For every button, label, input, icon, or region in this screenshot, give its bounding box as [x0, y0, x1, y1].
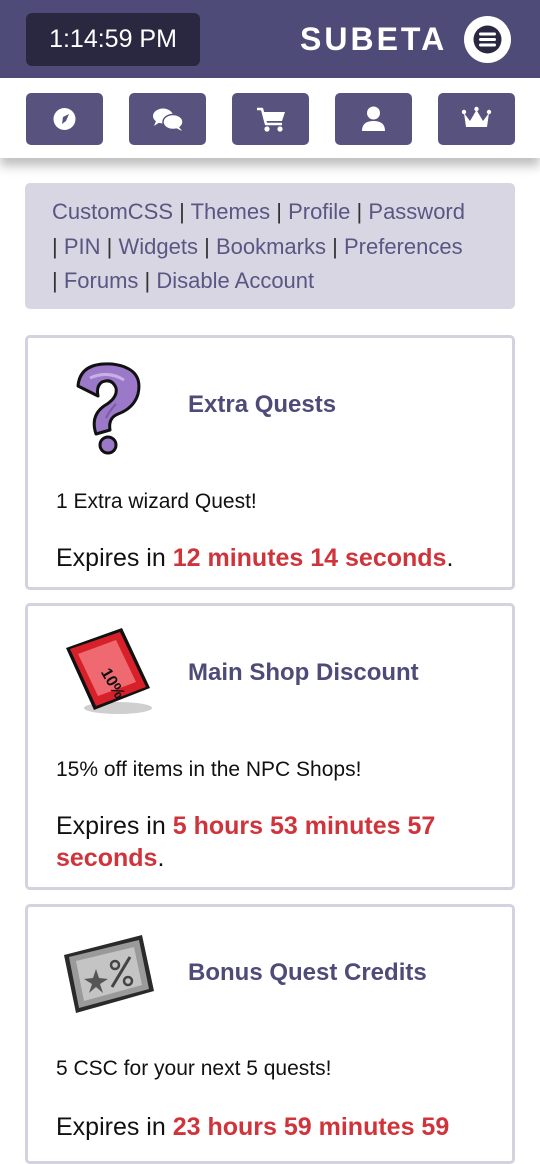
- perk-description: 1 Extra wizard Quest!: [56, 490, 257, 513]
- link-separator: |: [276, 199, 282, 224]
- link-bookmarks[interactable]: Bookmarks: [216, 234, 326, 259]
- expiry-prefix: Expires in: [56, 1113, 173, 1141]
- link-separator: |: [332, 233, 338, 259]
- hamburger-menu-icon: [473, 25, 502, 54]
- perk-title: Extra Quests: [188, 391, 337, 418]
- perk-description: 5 CSC for your next 5 quests!: [56, 1057, 332, 1080]
- perk-expiry: Expires in 12 minutes 14 seconds.: [56, 542, 496, 574]
- user-icon: [362, 106, 385, 131]
- perk-card-main-shop-discount: 10% Main Shop Discount 15% off items in …: [25, 603, 515, 890]
- expiry-prefix: Expires in: [56, 544, 173, 572]
- link-widgets[interactable]: Widgets: [119, 234, 198, 259]
- clock: 1:14:59 PM: [26, 13, 200, 66]
- shop-button[interactable]: [232, 93, 309, 145]
- question-mark-icon: [76, 362, 141, 455]
- shopping-cart-icon: [257, 107, 285, 132]
- link-separator: |: [52, 268, 58, 293]
- perk-title: Bonus Quest Credits: [188, 959, 427, 986]
- link-profile[interactable]: Profile: [288, 199, 350, 224]
- link-pin[interactable]: PIN: [64, 234, 101, 259]
- hamburger-menu-button[interactable]: [464, 16, 511, 63]
- link-disable-account[interactable]: Disable Account: [156, 268, 314, 293]
- link-forums[interactable]: Forums: [64, 268, 139, 293]
- perk-title: Main Shop Discount: [188, 659, 419, 686]
- explore-button[interactable]: [26, 93, 103, 145]
- crown-icon: [461, 106, 492, 127]
- link-customcss[interactable]: CustomCSS: [52, 199, 173, 224]
- perk-expiry: Expires in 5 hours 53 minutes 57 seconds…: [56, 810, 496, 874]
- link-separator: |: [144, 268, 151, 293]
- perk-description: 15% off items in the NPC Shops!: [56, 758, 362, 781]
- link-separator: |: [179, 199, 185, 224]
- profile-button[interactable]: [335, 93, 412, 145]
- quest-credit-icon: [64, 935, 154, 1013]
- top-header: 1:14:59 PM SUBETA: [0, 0, 540, 78]
- settings-links-panel: CustomCSS | Themes | Profile | Password …: [25, 183, 515, 309]
- link-separator: |: [204, 233, 210, 259]
- chat-button[interactable]: [129, 93, 206, 145]
- chat-bubbles-icon: [153, 108, 184, 131]
- link-themes[interactable]: Themes: [191, 199, 270, 224]
- expiry-time: 12 minutes 14 seconds: [172, 544, 447, 572]
- link-separator: |: [356, 199, 363, 224]
- discount-ticket-icon: 10%: [66, 628, 152, 714]
- compass-icon: [53, 108, 76, 130]
- premium-button[interactable]: [438, 93, 515, 145]
- perk-expiry: Expires in 23 hours 59 minutes 59: [56, 1111, 496, 1143]
- site-brand[interactable]: SUBETA: [300, 18, 447, 60]
- expiry-suffix: .: [446, 544, 454, 572]
- expiry-prefix: Expires in: [56, 812, 173, 840]
- perk-card-extra-quests: Extra Quests 1 Extra wizard Quest! Expir…: [25, 335, 515, 590]
- link-preferences[interactable]: Preferences: [344, 234, 463, 259]
- expiry-suffix: .: [157, 844, 165, 872]
- perk-card-bonus-quest-credits: Bonus Quest Credits 5 CSC for your next …: [25, 904, 515, 1164]
- link-separator: |: [106, 233, 113, 259]
- link-password[interactable]: Password: [368, 199, 465, 224]
- icon-nav-bar: [0, 78, 540, 158]
- expiry-time: 23 hours 59 minutes 59: [172, 1113, 450, 1141]
- link-separator: |: [52, 233, 58, 259]
